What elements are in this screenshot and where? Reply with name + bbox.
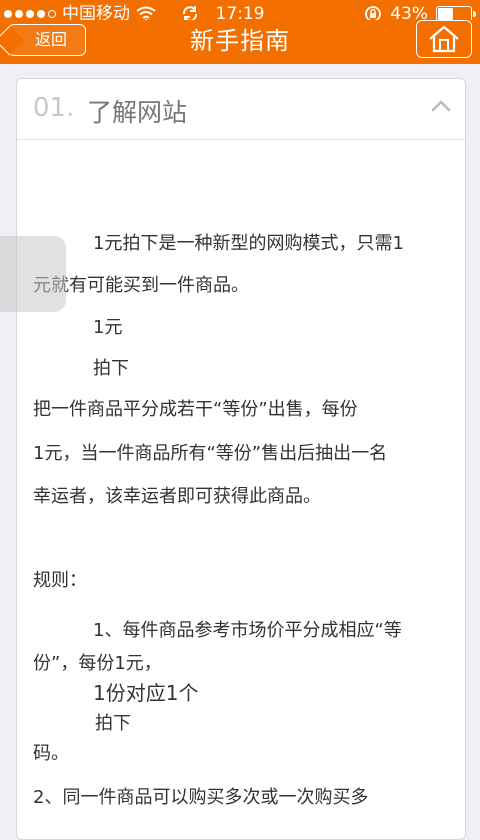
- text-paixia: 拍下: [93, 358, 129, 379]
- section-number: 01.: [33, 93, 75, 123]
- text-paixia: 拍下: [95, 713, 131, 734]
- section-title: 了解网站: [87, 98, 188, 127]
- floating-assistive-handle[interactable]: [0, 236, 66, 312]
- paragraph-line: 1元拍下是一种新型的网购模式，只需1: [93, 233, 404, 254]
- text-1yuan: 1元: [93, 317, 123, 338]
- chevron-up-icon[interactable]: [431, 99, 451, 113]
- rule-line: 份”，每份1元，: [33, 653, 162, 674]
- rule-line: 码。: [33, 743, 69, 764]
- paragraph-line: 1元，当一件商品所有“等份”售出后抽出一名: [33, 443, 388, 464]
- paragraph-line: 把一件商品平分成若干“等份”出售，每份: [33, 399, 358, 420]
- home-button[interactable]: [416, 20, 472, 58]
- paragraph-line: 幸运者，该幸运者即可获得此商品。: [33, 486, 321, 507]
- rule-line: 2、同一件商品可以购买多次或一次购买多: [33, 787, 369, 808]
- navigation-bar: 返回 新手指南: [0, 20, 480, 64]
- rules-label: 规则：: [33, 570, 87, 591]
- rule-line: 1、每件商品参考市场价平分成相应“等: [93, 620, 402, 641]
- home-icon: [429, 25, 459, 53]
- page-title: 新手指南: [190, 27, 290, 55]
- section-header[interactable]: 01. 了解网站: [17, 79, 465, 140]
- rule-line-large: 1份对应1个: [93, 681, 199, 705]
- guide-section-card: 01. 了解网站 1元拍下是一种新型的网购模式，只需1 元就有可能买到一件商品。…: [16, 78, 466, 840]
